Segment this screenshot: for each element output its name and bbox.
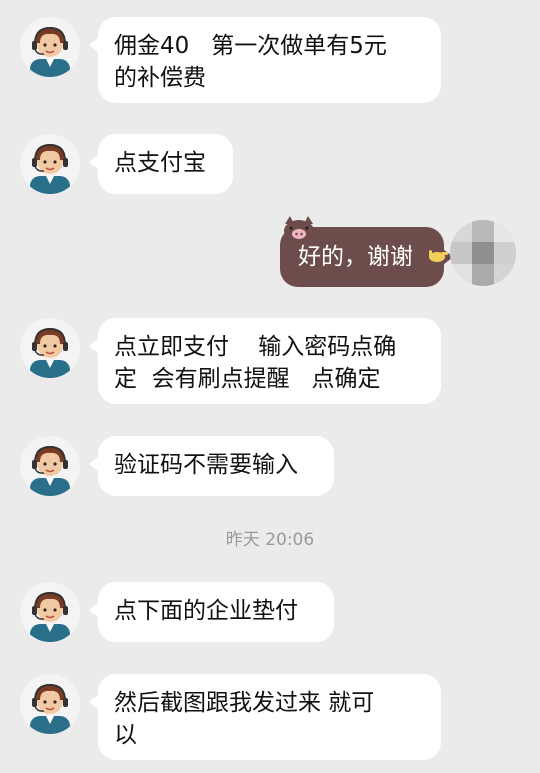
hand-icon — [429, 250, 448, 262]
chat-thread: 佣金40 第一次做单有5元 的补偿费 点支付宝 好的，谢谢 点立即支付 输入密码… — [0, 0, 540, 773]
message-bubble[interactable]: 点支付宝 — [89, 134, 233, 194]
agent-avatar-icon[interactable] — [20, 674, 80, 734]
timestamp-divider: 昨天 20:06 — [225, 530, 315, 550]
message-bubble[interactable]: 佣金40 第一次做单有5元 的补偿费 — [89, 17, 441, 103]
message-bubble[interactable]: 验证码不需要输入 — [89, 436, 334, 496]
message-bubble[interactable]: 点立即支付 输入密码点确 定 会有刷点提醒 点确定 — [89, 318, 441, 404]
message-bubble[interactable]: 然后截图跟我发过来 就可 以 — [89, 674, 441, 760]
blurred-user-avatar-icon[interactable] — [450, 220, 516, 286]
agent-avatar-icon[interactable] — [20, 318, 80, 378]
agent-avatar-icon[interactable] — [20, 134, 80, 194]
agent-avatar-icon[interactable] — [20, 582, 80, 642]
message-bubble[interactable]: 点下面的企业垫付 — [89, 582, 334, 642]
agent-avatar-icon[interactable] — [20, 17, 80, 77]
pig-face-icon — [284, 216, 314, 242]
agent-avatar-icon[interactable] — [20, 436, 80, 496]
